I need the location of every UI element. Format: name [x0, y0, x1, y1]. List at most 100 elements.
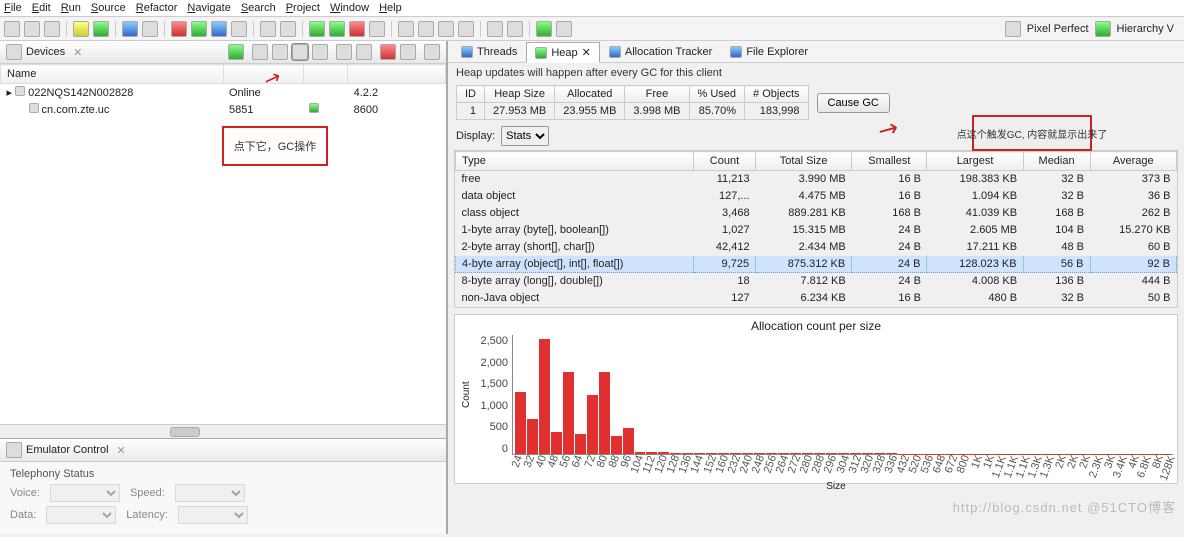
- icon-b[interactable]: [191, 21, 207, 37]
- icon-m[interactable]: [556, 21, 572, 37]
- chart-bar: [539, 339, 550, 454]
- table-row[interactable]: 2-byte array (short[], char[])42,4122.43…: [456, 239, 1177, 256]
- table-row[interactable]: ▸ 022NQS142N002828Online4.2.2: [1, 84, 446, 102]
- stop-icon[interactable]: [349, 21, 365, 37]
- pixel-perfect-label[interactable]: Pixel Perfect: [1027, 23, 1089, 35]
- icon-e[interactable]: [260, 21, 276, 37]
- tab-threads[interactable]: Threads: [452, 41, 526, 62]
- icon-l[interactable]: [507, 21, 523, 37]
- col-name[interactable]: Name: [1, 65, 224, 84]
- icon-f[interactable]: [280, 21, 296, 37]
- menu-window[interactable]: Window: [330, 2, 369, 14]
- table-row[interactable]: 1-byte array (byte[], boolean[])1,02715.…: [456, 222, 1177, 239]
- save-all-icon[interactable]: [44, 21, 60, 37]
- screenshot-icon[interactable]: [400, 44, 416, 60]
- latency-select[interactable]: [178, 506, 248, 524]
- emulator-icon: [6, 442, 22, 458]
- pixel-perfect-icon[interactable]: [1005, 21, 1021, 37]
- heap-info-text: Heap updates will happen after every GC …: [448, 63, 1184, 83]
- heap-type-table[interactable]: TypeCountTotal SizeSmallestLargestMedian…: [454, 150, 1178, 308]
- menu-source[interactable]: Source: [91, 2, 126, 14]
- h-scrollbar[interactable]: [0, 424, 446, 438]
- run-icon[interactable]: [329, 21, 345, 37]
- chart-bar: [551, 432, 562, 454]
- sdk-icon[interactable]: [73, 21, 89, 37]
- cause-gc-icon[interactable]: [292, 44, 308, 60]
- menu-search[interactable]: Search: [241, 2, 276, 14]
- save-icon[interactable]: [24, 21, 40, 37]
- table-row[interactable]: 4-byte array (object[], int[], float[])9…: [456, 256, 1177, 273]
- voice-label: Voice:: [10, 487, 40, 499]
- tool-icon[interactable]: [142, 21, 158, 37]
- icon-j[interactable]: [458, 21, 474, 37]
- icon-c[interactable]: [211, 21, 227, 37]
- annotation-gc: 点下它，GC操作: [234, 138, 317, 154]
- menu-file[interactable]: File: [4, 2, 22, 14]
- chart-bar: [515, 392, 526, 454]
- update-threads-icon[interactable]: [312, 44, 328, 60]
- x-axis-label: Size: [499, 481, 1173, 492]
- icon-i[interactable]: [438, 21, 454, 37]
- devices-table[interactable]: Name ▸ 022NQS142N002828Online4.2.2 cn.co…: [0, 64, 446, 424]
- heap-icon: [535, 47, 547, 59]
- hierarchy-icon[interactable]: [1095, 21, 1111, 37]
- chart-bar: [599, 372, 610, 454]
- icon-a[interactable]: [171, 21, 187, 37]
- alloc-icon: [609, 46, 621, 58]
- speed-select[interactable]: [175, 484, 245, 502]
- lint-icon[interactable]: [122, 21, 138, 37]
- latency-label: Latency:: [126, 509, 168, 521]
- avd-icon[interactable]: [93, 21, 109, 37]
- icon-k[interactable]: [487, 21, 503, 37]
- start-method-icon[interactable]: [336, 44, 352, 60]
- table-row[interactable]: class object3,468889.281 KB168 B41.039 K…: [456, 205, 1177, 222]
- close-icon[interactable]: ✕: [73, 46, 82, 59]
- table-row[interactable]: 8-byte array (long[], double[])187.812 K…: [456, 273, 1177, 290]
- update-heap-icon[interactable]: [252, 44, 268, 60]
- stop-method-icon[interactable]: [356, 44, 372, 60]
- new-icon[interactable]: [4, 21, 20, 37]
- data-label: Data:: [10, 509, 36, 521]
- menu-edit[interactable]: Edit: [32, 2, 51, 14]
- menu-navigate[interactable]: Navigate: [187, 2, 230, 14]
- voice-select[interactable]: [50, 484, 120, 502]
- menu-bar: File Edit Run Source Refactor Navigate Search P…: [0, 0, 1184, 17]
- menu-help[interactable]: Help: [379, 2, 402, 14]
- telephony-status-label: Telephony Status: [10, 468, 436, 480]
- devices-title: Devices: [26, 46, 65, 58]
- menu-run[interactable]: Run: [61, 2, 81, 14]
- table-row[interactable]: data object127,...4.475 MB16 B1.094 KB32…: [456, 188, 1177, 205]
- threads-icon: [461, 46, 473, 58]
- data-select[interactable]: [46, 506, 116, 524]
- chart-bar: [563, 372, 574, 454]
- table-row: 1 27.953 MB 23.955 MB 3.998 MB 85.70% 18…: [457, 103, 809, 120]
- table-row[interactable]: non-Java object1276.234 KB16 B480 B32 B5…: [456, 290, 1177, 307]
- table-row[interactable]: free11,2133.990 MB16 B198.383 KB32 B373 …: [456, 171, 1177, 188]
- table-row[interactable]: cn.com.zte.uc58518600: [1, 101, 446, 118]
- chart-bar: [623, 428, 634, 454]
- tab-allocation-tracker[interactable]: Allocation Tracker: [600, 41, 721, 62]
- icon-g[interactable]: [398, 21, 414, 37]
- right-tabs: ThreadsHeap✕Allocation TrackerFile Explo…: [448, 41, 1184, 63]
- debug-sel-icon[interactable]: [228, 44, 244, 60]
- tab-file-explorer[interactable]: File Explorer: [721, 41, 817, 62]
- close-icon[interactable]: ✕: [117, 444, 126, 457]
- android-icon[interactable]: [536, 21, 552, 37]
- tab-heap[interactable]: Heap✕: [526, 42, 600, 63]
- debug-icon[interactable]: [309, 21, 325, 37]
- icon-d[interactable]: [231, 21, 247, 37]
- cause-gc-button[interactable]: Cause GC: [817, 93, 890, 113]
- chart-title: Allocation count per size: [459, 319, 1173, 333]
- menu-icon[interactable]: [424, 44, 440, 60]
- hierarchy-label[interactable]: Hierarchy V: [1117, 23, 1174, 35]
- stop-proc-icon[interactable]: [380, 44, 396, 60]
- menu-project[interactable]: Project: [286, 2, 320, 14]
- display-select[interactable]: Stats: [501, 126, 549, 146]
- file-icon: [730, 46, 742, 58]
- main-toolbar: Pixel Perfect Hierarchy V: [0, 17, 1184, 41]
- menu-refactor[interactable]: Refactor: [136, 2, 178, 14]
- icon-h[interactable]: [418, 21, 434, 37]
- y-axis-label: Count: [459, 335, 472, 455]
- dump-hprof-icon[interactable]: [272, 44, 288, 60]
- tool-icon2[interactable]: [369, 21, 385, 37]
